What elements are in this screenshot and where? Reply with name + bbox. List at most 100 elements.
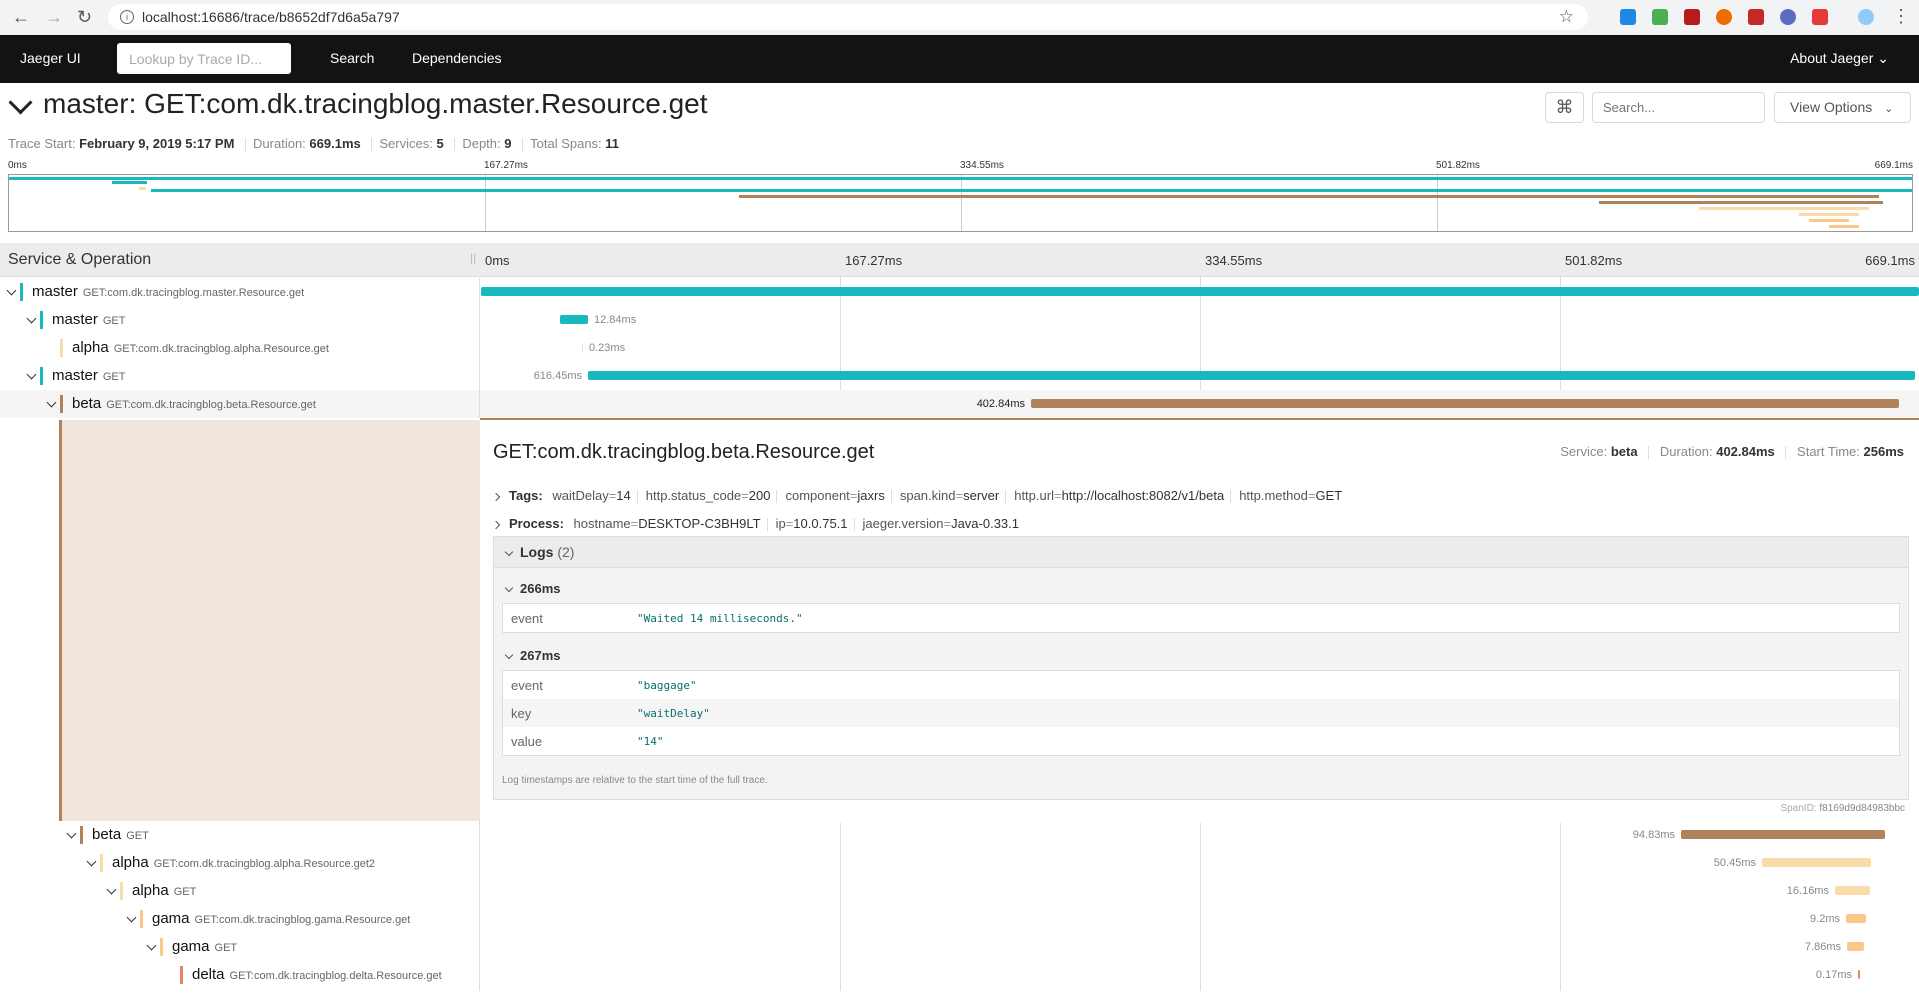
tags-row[interactable]: Tags: waitDelay=14 http.status_code=200 co… [491,488,1348,504]
span-id-value: f8169d9d84983bbc [1819,803,1905,814]
column-resizer-icon[interactable]: || [470,251,476,265]
extension-icon[interactable] [1716,9,1732,25]
span-name-cell[interactable]: alpha GET:com.dk.tracingblog.alpha.Resour… [0,334,480,362]
chevron-down-icon[interactable] [6,285,17,296]
span-name-cell[interactable]: alpha GET [0,877,480,905]
log-entry-header[interactable]: 267ms [494,648,560,663]
chevron-down-icon [504,547,514,557]
span-id: SpanID: f8169d9d84983bbc [1780,803,1905,814]
span-row[interactable]: gama GET 7.86ms [0,933,1919,961]
nav-search-link[interactable]: Search [330,50,374,66]
browser-toolbar: ← → ↻ i localhost:16686/trace/b8652df7d6… [0,0,1919,36]
span-row[interactable]: beta GET:com.dk.tracingblog.beta.Resource… [0,390,1919,418]
extension-icon[interactable] [1780,9,1796,25]
profile-avatar-icon[interactable] [1858,9,1874,25]
trace-title-text: master: GET:com.dk.tracingblog.master.Re… [43,88,708,119]
command-key-icon: ⌘ [1555,97,1574,117]
nav-dependencies-link[interactable]: Dependencies [412,50,502,66]
pair-value: jaxrs [857,488,885,503]
key-value-pair: waitDelay=14 [552,488,630,503]
span-name-cell[interactable]: master GET [0,362,480,390]
chevron-down-icon[interactable] [46,397,57,408]
span-bar[interactable] [481,287,1919,296]
extension-icon[interactable] [1620,9,1636,25]
span-row[interactable]: alpha GET 16.16ms [0,877,1919,905]
view-options-label: View Options [1790,99,1873,115]
menu-kebab-icon[interactable]: ⋮ [1892,6,1910,27]
span-row[interactable]: gama GET:com.dk.tracingblog.gama.Resource… [0,905,1919,933]
span-bar[interactable] [1847,942,1864,951]
span-row[interactable]: master GET 616.45ms [0,362,1919,390]
span-bar[interactable] [560,315,588,324]
span-bar[interactable] [1762,858,1871,867]
operation-name: GET:com.dk.tracingblog.gama.Resource.get [194,914,411,926]
span-name-cell[interactable]: beta GET:com.dk.tracingblog.beta.Resource… [0,390,480,418]
span-row[interactable]: beta GET 94.83ms [0,821,1919,849]
log-time: 266ms [520,581,561,596]
log-value: "baggage" [637,679,697,692]
about-menu[interactable]: About Jaeger ⌄ [1790,50,1889,67]
span-name-cell[interactable]: alpha GET:com.dk.tracingblog.alpha.Resour… [0,849,480,877]
extension-icon[interactable] [1652,9,1668,25]
span-row[interactable]: alpha GET:com.dk.tracingblog.alpha.Resour… [0,334,1919,362]
chevron-down-icon[interactable] [26,369,37,380]
reload-icon[interactable]: ↻ [77,7,92,28]
log-value: "14" [637,735,664,748]
chevron-down-icon[interactable] [66,828,77,839]
chevron-down-icon[interactable] [146,940,157,951]
span-name-cell[interactable]: gama GET:com.dk.tracingblog.gama.Resource… [0,905,480,933]
trace-title[interactable]: master: GET:com.dk.tracingblog.master.Re… [8,88,708,120]
address-bar[interactable]: i localhost:16686/trace/b8652df7d6a5a797… [108,4,1588,30]
extension-icon[interactable] [1812,9,1828,25]
span-bar[interactable] [582,343,583,352]
chevron-down-icon[interactable] [106,884,117,895]
chevron-down-icon[interactable] [26,313,37,324]
span-detail-gutter [0,420,480,821]
log-entry-header[interactable]: 266ms [494,581,560,596]
bookmark-star-icon[interactable]: ☆ [1559,4,1574,30]
trace-services: 5 [436,136,444,151]
span-row[interactable]: master GET 12.84ms [0,306,1919,334]
chevron-down-icon[interactable] [86,856,97,867]
span-bar[interactable] [1031,399,1899,408]
forward-arrow-icon[interactable]: → [45,7,63,28]
info-icon[interactable]: i [120,10,134,24]
extension-icon[interactable] [1748,9,1764,25]
trace-spans: 11 [605,136,620,151]
brand-link[interactable]: Jaeger UI [20,50,81,66]
span-row[interactable]: delta GET:com.dk.tracingblog.delta.Resour… [0,961,1919,989]
span-bar[interactable] [1846,914,1866,923]
span-name-cell[interactable]: master GET:com.dk.tracingblog.master.Reso… [0,278,480,306]
chevron-right-icon [491,520,501,529]
span-name-cell[interactable]: beta GET [0,821,480,849]
span-row[interactable]: master GET:com.dk.tracingblog.master.Reso… [0,278,1919,306]
trace-search-input[interactable] [1592,92,1765,123]
span-bar[interactable] [1681,830,1885,839]
service-name: beta [72,395,102,412]
logs-header[interactable]: Logs (2) [494,537,1908,568]
span-bar[interactable] [588,371,1915,380]
span-duration-label: 9.2ms [1810,913,1840,925]
span-name-cell[interactable]: gama GET [0,933,480,961]
trace-id-lookup-input[interactable] [117,43,291,74]
span-detail-panel: GET:com.dk.tracingblog.beta.Resource.get… [480,418,1919,823]
span-name-cell[interactable]: delta GET:com.dk.tracingblog.delta.Resour… [0,961,480,989]
chevron-down-icon[interactable] [126,912,137,923]
ublock-icon[interactable] [1684,9,1700,25]
minimap-span-bar [1829,225,1859,228]
keyboard-shortcuts-button[interactable]: ⌘ [1545,92,1584,123]
trace-minimap[interactable] [8,174,1913,232]
log-key: key [511,706,532,721]
view-options-button[interactable]: View Options ⌄ [1774,92,1911,123]
span-bar[interactable] [1835,886,1870,895]
process-row[interactable]: Process: hostname=DESKTOP-C3BH9LT ip=10.0… [491,516,1025,532]
service-color-bar [40,367,43,385]
span-name-cell[interactable]: master GET [0,306,480,334]
collapse-chevron-icon[interactable] [8,90,33,115]
span-bar[interactable] [1858,970,1860,979]
log-field-row: key "waitDelay" [503,699,1899,727]
service-name: master [52,367,98,384]
span-row[interactable]: alpha GET:com.dk.tracingblog.alpha.Resour… [0,849,1919,877]
trace-depth: 9 [504,136,512,151]
back-arrow-icon[interactable]: ← [12,7,30,28]
